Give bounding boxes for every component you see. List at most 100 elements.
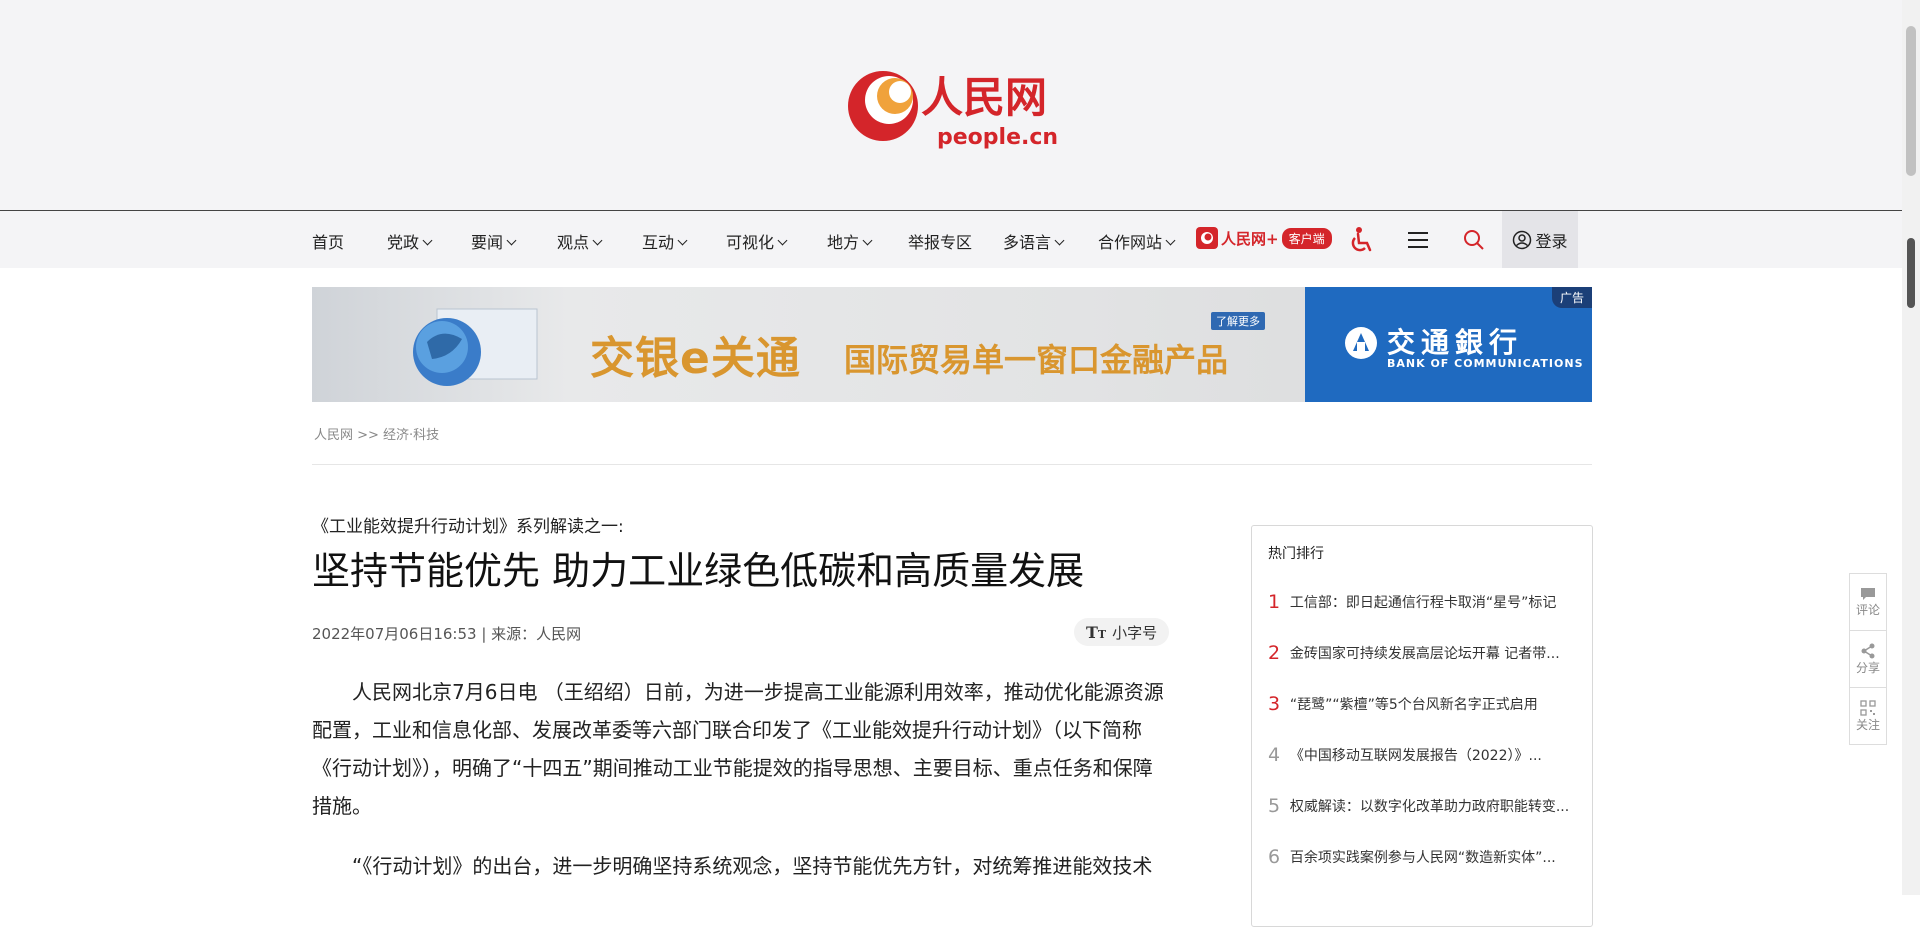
app-download-link[interactable]: 人民网+ 客户端 <box>1196 223 1332 253</box>
bank-name: 交通銀行 <box>1387 326 1524 359</box>
chevron-down-icon <box>422 235 433 246</box>
search-button[interactable] <box>1460 211 1488 268</box>
scrollbar-thumb[interactable] <box>1906 26 1916 176</box>
share-button[interactable]: 分享 <box>1850 631 1886 688</box>
comment-label: 评论 <box>1855 602 1880 617</box>
follow-label: 关注 <box>1855 717 1880 732</box>
people-app-icon <box>1196 227 1218 249</box>
rank-item[interactable]: 4 《中国移动互联网发展报告（2022）》... <box>1268 740 1578 770</box>
ad-banner[interactable]: 交银e关通 国际贸易单一窗口金融产品 了解更多 交通銀行 BANK OF COM… <box>312 287 1592 402</box>
search-icon <box>1464 229 1484 250</box>
follow-button[interactable]: 关注 <box>1850 688 1886 744</box>
bank-name-en: BANK OF COMMUNICATIONS <box>1387 357 1584 370</box>
rank-text: 工信部：即日起通信行程卡取消“星号”标记 <box>1289 595 1557 611</box>
nav-label: 互动 <box>642 233 675 252</box>
chevron-down-icon <box>862 235 873 246</box>
rank-text: 百余项实践案例参与人民网“数造新实体”... <box>1289 850 1556 866</box>
rank-item[interactable]: 6 百余项实践案例参与人民网“数造新实体”... <box>1268 842 1578 872</box>
divider <box>312 464 1592 465</box>
app-brand-text: 人民网+ <box>1221 229 1279 248</box>
rank-item[interactable]: 5 权威解读：以数字化改革助力政府职能转变... <box>1268 791 1578 821</box>
article-meta: 2022年07月06日16:53 | 来源：人民网 <box>312 625 582 643</box>
logo-text-en: people.cn <box>937 125 1058 149</box>
nav-item-local[interactable]: 地方 <box>827 229 873 253</box>
nav-item-party[interactable]: 党政 <box>387 229 433 253</box>
nav-item-interact[interactable]: 互动 <box>642 229 688 253</box>
hot-ranking-title: 热门排行 <box>1268 546 1324 562</box>
nav-label: 举报专区 <box>908 233 973 252</box>
nav-item-partners[interactable]: 合作网站 <box>1098 229 1176 253</box>
nav-label: 地方 <box>827 233 860 252</box>
font-size-label: 小字号 <box>1112 623 1158 642</box>
scrollbar-marker <box>1907 238 1915 308</box>
chevron-down-icon <box>1165 235 1176 246</box>
scrollbar[interactable] <box>1902 0 1920 895</box>
login-button[interactable]: 登录 <box>1502 211 1578 268</box>
rank-text: “琵鹭”“紫檀”等5个台风新名字正式启用 <box>1289 697 1538 713</box>
rank-text: 权威解读：以数字化改革助力政府职能转变... <box>1289 799 1570 815</box>
wheelchair-icon <box>1351 226 1372 251</box>
nav-item-news[interactable]: 要闻 <box>471 229 517 253</box>
floating-action-bar: 评论 分享 关注 <box>1849 573 1887 745</box>
nav-label: 要闻 <box>471 233 504 252</box>
menu-button[interactable] <box>1404 211 1432 268</box>
site-header: 人民网 people.cn <box>0 0 1902 210</box>
chevron-down-icon <box>1054 235 1065 246</box>
share-icon <box>1861 643 1875 658</box>
rank-number: 5 <box>1268 795 1281 817</box>
nav-label: 党政 <box>387 233 420 252</box>
article-title: 坚持节能优先 助力工业绿色低碳和高质量发展 <box>312 549 1085 593</box>
font-size-toggle[interactable]: TT 小字号 <box>1074 618 1170 646</box>
login-label: 登录 <box>1535 231 1568 251</box>
rank-item[interactable]: 1 工信部：即日起通信行程卡取消“星号”标记 <box>1268 587 1578 617</box>
bank-logo-icon <box>1345 327 1377 359</box>
chevron-down-icon <box>506 235 517 246</box>
logo-text-cn: 人民网 <box>921 73 1047 122</box>
rank-item[interactable]: 2 金砖国家可持续发展高层论坛开幕 记者带... <box>1268 638 1578 668</box>
accessibility-button[interactable] <box>1346 211 1376 268</box>
rank-text: 《中国移动互联网发展报告（2022）》... <box>1289 748 1542 764</box>
rank-number: 3 <box>1268 693 1281 715</box>
chevron-down-icon <box>677 235 688 246</box>
nav-item-report[interactable]: 举报专区 <box>908 229 972 253</box>
chevron-down-icon <box>592 235 603 246</box>
bank-panel: 交通銀行 BANK OF COMMUNICATIONS 广告 <box>1305 287 1592 402</box>
rank-number: 4 <box>1268 744 1281 766</box>
rank-text: 金砖国家可持续发展高层论坛开幕 记者带... <box>1289 646 1560 662</box>
ad-more-button[interactable]: 了解更多 <box>1211 312 1265 330</box>
chevron-down-icon <box>777 235 788 246</box>
nav-item-opinion[interactable]: 观点 <box>557 229 603 253</box>
nav-label: 可视化 <box>726 233 775 252</box>
nav-label: 观点 <box>557 233 590 252</box>
user-icon <box>1513 230 1532 249</box>
hot-ranking-panel: 热门排行 1 工信部：即日起通信行程卡取消“星号”标记 2 金砖国家可持续发展高层论… <box>1251 525 1593 927</box>
article-body: 人民网北京7月6日电 （王绍绍）日前，为进一步提高工业能源利用效率，推动优化能源… <box>312 673 1172 907</box>
nav-item-language[interactable]: 多语言 <box>1003 229 1065 253</box>
share-label: 分享 <box>1855 660 1880 675</box>
rank-item[interactable]: 3 “琵鹭”“紫檀”等5个台风新名字正式启用 <box>1268 689 1578 719</box>
rank-number: 6 <box>1268 846 1281 868</box>
comment-button[interactable]: 评论 <box>1850 574 1886 631</box>
nav-label: 多语言 <box>1003 233 1052 252</box>
people-logo[interactable]: 人民网 people.cn <box>845 64 1060 150</box>
ad-subtitle: 国际贸易单一窗口金融产品 <box>844 341 1229 379</box>
qrcode-icon <box>1860 699 1876 716</box>
article-paragraph: “《行动计划》的出台，进一步明确坚持系统观念，坚持节能优先方针，对统筹推进能效技… <box>352 854 1153 878</box>
comment-icon <box>1861 587 1875 600</box>
main-nav: 首页 党政 要闻 观点 互动 可视化 地方 举报专区 多语言 合作网站 人民网+… <box>0 210 1902 268</box>
ad-title: 交银e关通 <box>590 333 801 384</box>
font-size-icon: TT <box>1086 622 1107 642</box>
nav-label: 合作网站 <box>1098 233 1163 252</box>
breadcrumb[interactable]: 人民网 >> 经济·科技 <box>314 424 439 443</box>
article-pre-title: 《工业能效提升行动计划》系列解读之一: <box>312 517 624 537</box>
globe-illustration <box>413 308 538 386</box>
ad-tag: 广告 <box>1551 287 1592 308</box>
nav-item-home[interactable]: 首页 <box>312 229 344 253</box>
nav-label: 首页 <box>312 233 345 252</box>
rank-number: 2 <box>1268 642 1281 664</box>
app-badge: 客户端 <box>1281 227 1332 249</box>
article-paragraph: 人民网北京7月6日电 （王绍绍）日前，为进一步提高工业能源利用效率，推动优化能源… <box>312 680 1164 818</box>
nav-item-visual[interactable]: 可视化 <box>726 229 788 253</box>
hamburger-icon <box>1408 231 1428 248</box>
rank-number: 1 <box>1268 591 1281 613</box>
